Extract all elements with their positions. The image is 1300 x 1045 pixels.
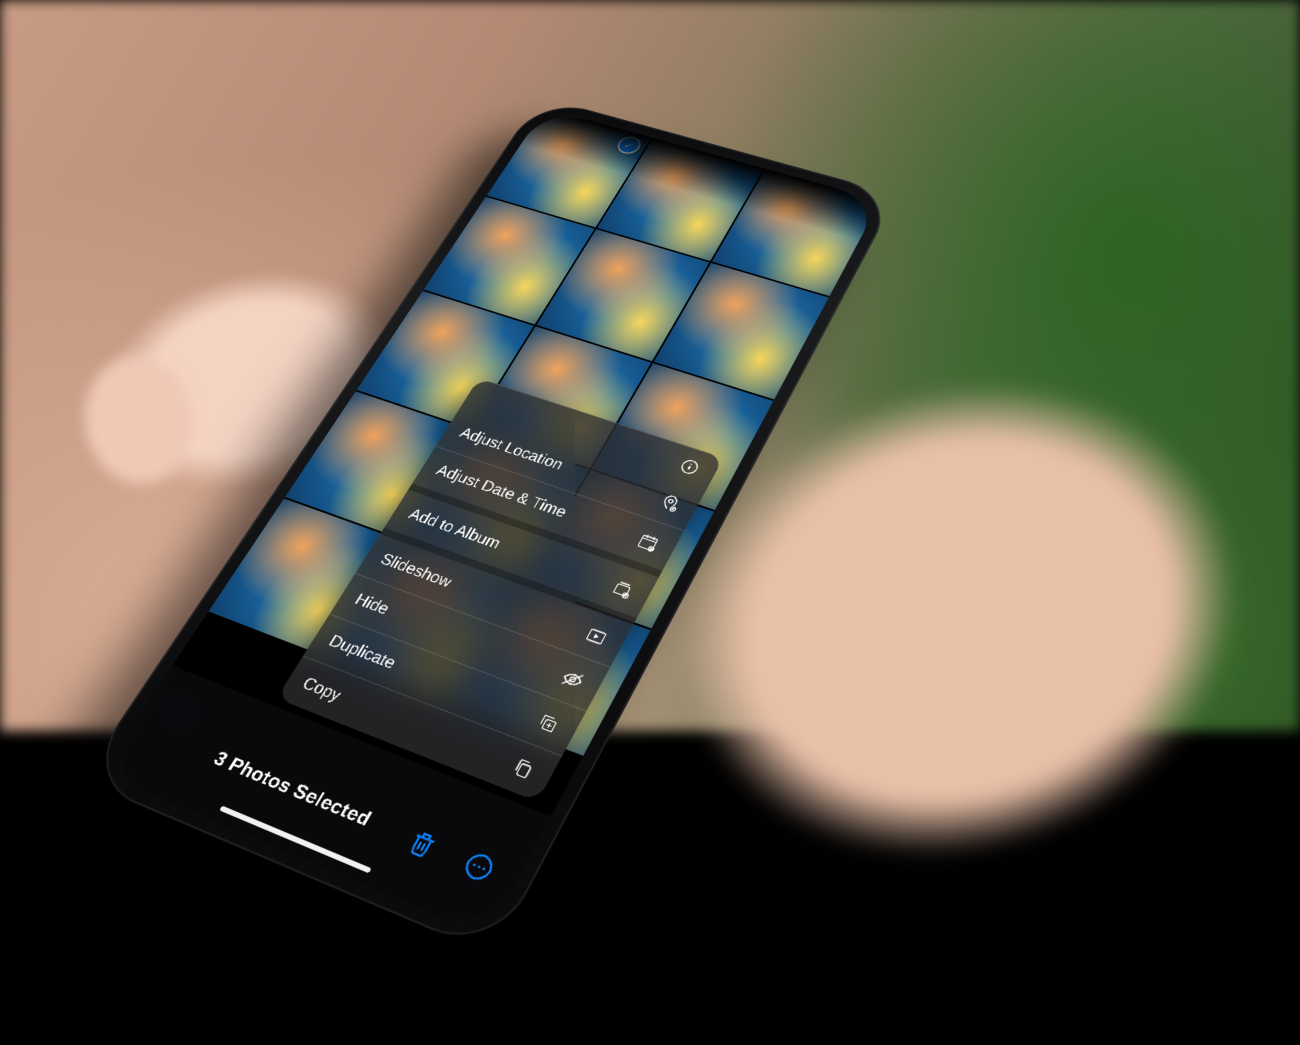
play-rectangle-icon <box>581 623 612 650</box>
menu-item-label: Hide <box>351 591 392 619</box>
eye-slash-icon <box>557 666 589 693</box>
toolbar-right-icons <box>400 823 502 888</box>
rectangle-stack-plus-icon <box>607 576 638 602</box>
trash-button[interactable] <box>400 823 445 864</box>
menu-item-label: Copy <box>298 674 345 706</box>
map-pin-edit-icon <box>655 490 685 514</box>
menu-item-label: Duplicate <box>325 632 399 673</box>
info-circle-icon <box>675 455 704 479</box>
more-button[interactable] <box>456 846 502 888</box>
stage: ✓ <box>0 0 1300 731</box>
selection-count-label: 3 Photos Selected <box>209 748 375 832</box>
doc-on-doc-icon <box>507 754 540 783</box>
calendar-plus-icon <box>633 530 663 555</box>
plus-square-on-square-icon <box>532 710 564 738</box>
checkmark-circle-icon: ✓ <box>614 134 645 156</box>
